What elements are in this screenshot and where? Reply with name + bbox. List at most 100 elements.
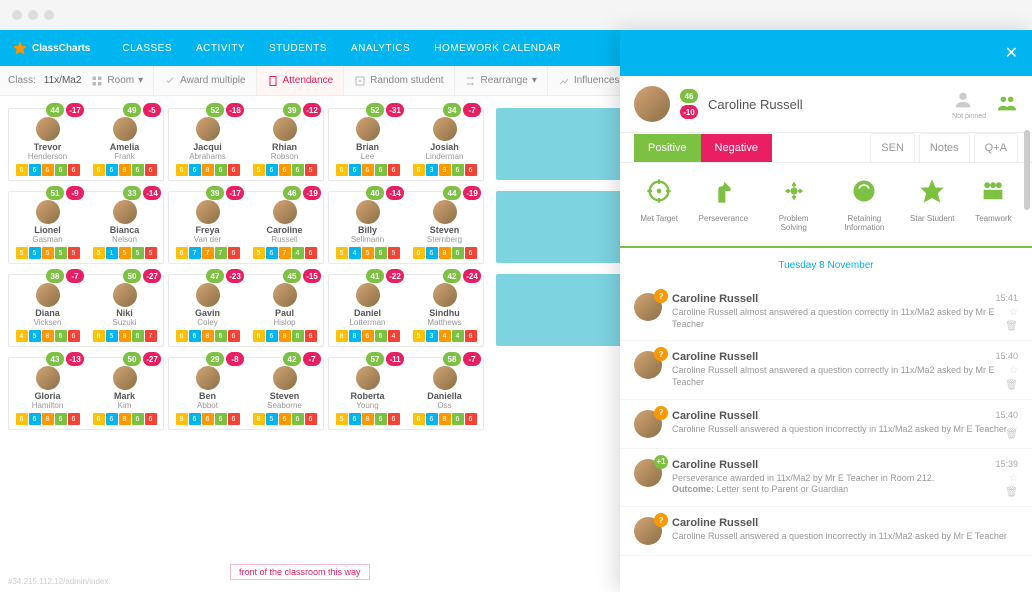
- random-student-button[interactable]: Random student: [344, 66, 454, 95]
- star-icon[interactable]: ☆: [1009, 307, 1018, 318]
- negative-badge: -19: [303, 186, 321, 200]
- student-pair[interactable]: 41-22 Daniel Lotterman 8866442-24 Sindhu…: [328, 274, 484, 347]
- traffic-light[interactable]: [28, 10, 38, 20]
- score-box: 6: [413, 164, 425, 176]
- traffic-light[interactable]: [12, 10, 22, 20]
- positive-badge: 52: [206, 103, 224, 117]
- negative-badge: -7: [463, 103, 481, 117]
- positive-badge: 33: [123, 186, 141, 200]
- score-box: 3: [439, 164, 451, 176]
- score-box: 6: [266, 164, 278, 176]
- not-pinned-button[interactable]: Not pinned: [952, 89, 986, 120]
- feed-item[interactable]: ? Caroline Russell Caroline Russell almo…: [620, 341, 1032, 399]
- score-box: 6: [305, 413, 317, 425]
- negative-badge: -7: [66, 269, 84, 283]
- star-icon[interactable]: ☆: [1009, 365, 1018, 376]
- award-perseverance[interactable]: Perseverance: [699, 177, 748, 232]
- avatar: [433, 200, 457, 224]
- avatar: [36, 200, 60, 224]
- score-box: 4: [439, 330, 451, 342]
- student-pair[interactable]: 39-17 Freya Van der 6777646-19 Caroline …: [168, 191, 324, 264]
- attendance-button[interactable]: Attendance: [257, 66, 345, 95]
- nav-analytics[interactable]: ANALYTICS: [339, 43, 422, 54]
- positive-badge: 45: [283, 269, 301, 283]
- feed-item[interactable]: +1 Caroline Russell Perseverance awarded…: [620, 449, 1032, 507]
- feed-badge: ?: [654, 347, 668, 361]
- student-pair[interactable]: 47-23 Gavin Coley 6686645-15 Paul Hislop…: [168, 274, 324, 347]
- trash-icon[interactable]: 🗑: [1005, 380, 1018, 391]
- score-box: 5: [16, 247, 28, 259]
- award-teamwork[interactable]: Teamwork: [975, 177, 1011, 232]
- influences-button[interactable]: Influences: [548, 66, 631, 95]
- tab-qa[interactable]: Q+A: [974, 133, 1018, 162]
- feed-item[interactable]: ? Caroline Russell Caroline Russell answ…: [620, 507, 1032, 556]
- avatar: [356, 117, 380, 141]
- traffic-light[interactable]: [44, 10, 54, 20]
- trash-icon[interactable]: 🗑: [1005, 487, 1018, 498]
- student-last-name: Gasman: [11, 235, 84, 244]
- awards-row: Met Target Perseverance Problem Solving Ret…: [620, 163, 1032, 248]
- nav-homework calendar[interactable]: HOMEWORK CALENDAR: [422, 43, 573, 54]
- nav-students[interactable]: STUDENTS: [257, 43, 339, 54]
- award-retaining-information[interactable]: Retaining Information: [839, 177, 889, 232]
- score-box: 6: [362, 330, 374, 342]
- score-box: 5: [253, 247, 265, 259]
- close-icon[interactable]: ✕: [991, 43, 1032, 63]
- avatar: [113, 283, 137, 307]
- avatar: [634, 86, 670, 122]
- student-last-name: Coley: [171, 318, 244, 327]
- student-first-name: Brian: [331, 143, 404, 152]
- scrollbar[interactable]: [1024, 130, 1030, 210]
- star-icon[interactable]: ☆: [1009, 473, 1018, 484]
- score-box: 6: [29, 164, 41, 176]
- trash-icon[interactable]: 🗑: [1005, 429, 1018, 440]
- logo[interactable]: ClassCharts: [12, 40, 90, 56]
- student-first-name: Niki: [88, 309, 161, 318]
- tab-positive[interactable]: Positive: [634, 134, 701, 162]
- shuffle-icon: [465, 75, 477, 87]
- front-of-classroom-label: front of the classroom this way: [230, 564, 370, 580]
- feed-item[interactable]: ? Caroline Russell Caroline Russell almo…: [620, 283, 1032, 341]
- nav-classes[interactable]: CLASSES: [110, 43, 184, 54]
- score-box: 6: [465, 247, 477, 259]
- tab-negative[interactable]: Negative: [701, 134, 772, 162]
- student-pair[interactable]: 38-7 Diana Vicksen 4586650-27 Niki Suzuk…: [8, 274, 164, 347]
- avatar: [356, 200, 380, 224]
- student-first-name: Caroline: [248, 226, 321, 235]
- tab-sen[interactable]: SEN: [870, 133, 915, 162]
- score-box: 6: [375, 247, 387, 259]
- dice-icon: [354, 75, 366, 87]
- student-pair[interactable]: 40-14 Billy Sellmann 5456544-19 Steven S…: [328, 191, 484, 264]
- panel-student-info: 46 -10 Caroline Russell Not pinned: [620, 76, 1032, 133]
- student-last-name: Linderman: [408, 152, 481, 161]
- avatar: [36, 283, 60, 307]
- student-pair[interactable]: 52-31 Brian Lee 6666634-7 Josiah Linderm…: [328, 108, 484, 181]
- award-met-target[interactable]: Met Target: [640, 177, 678, 232]
- positive-badge: 51: [46, 186, 64, 200]
- student-pair[interactable]: 44-17 Trevor Henderson 6666649-5 Amelia …: [8, 108, 164, 181]
- student-last-name: Robson: [248, 152, 321, 161]
- feed-item[interactable]: ? Caroline Russell Caroline Russell answ…: [620, 400, 1032, 449]
- award-star-student[interactable]: Star Student: [910, 177, 954, 232]
- award-problem-solving[interactable]: Problem Solving: [769, 177, 819, 232]
- student-pair[interactable]: 51-9 Lionel Gasman 5555533-14 Bianca Nel…: [8, 191, 164, 264]
- group-button[interactable]: [996, 92, 1018, 116]
- student-last-name: Suzuki: [88, 318, 161, 327]
- score-box: 5: [29, 247, 41, 259]
- room-button[interactable]: Room ▾: [81, 66, 154, 95]
- student-pair[interactable]: 57-11 Roberta Young 5686658-7 Daniella O…: [328, 357, 484, 430]
- score-box: 5: [413, 330, 425, 342]
- rearrange-button[interactable]: Rearrange ▾: [455, 66, 548, 95]
- positive-badge: 42: [283, 352, 301, 366]
- student-pair[interactable]: 52-18 Jacqui Abrahams 6686639-12 Rhian R…: [168, 108, 324, 181]
- award-multiple-button[interactable]: Award multiple: [154, 66, 256, 95]
- feed-text: Caroline Russell answered a question inc…: [672, 531, 1018, 543]
- student-pair[interactable]: 29-8 Ben Abbot 9666642-7 Steven Seaborne…: [168, 357, 324, 430]
- tab-notes[interactable]: Notes: [919, 133, 970, 162]
- nav-activity[interactable]: ACTIVITY: [184, 43, 257, 54]
- score-box: 8: [202, 164, 214, 176]
- student-pair[interactable]: 43-13 Gloria Hamilton 6686650-27 Mark Ki…: [8, 357, 164, 430]
- avatar: [433, 366, 457, 390]
- trash-icon[interactable]: 🗑: [1005, 321, 1018, 332]
- score-box: 6: [375, 413, 387, 425]
